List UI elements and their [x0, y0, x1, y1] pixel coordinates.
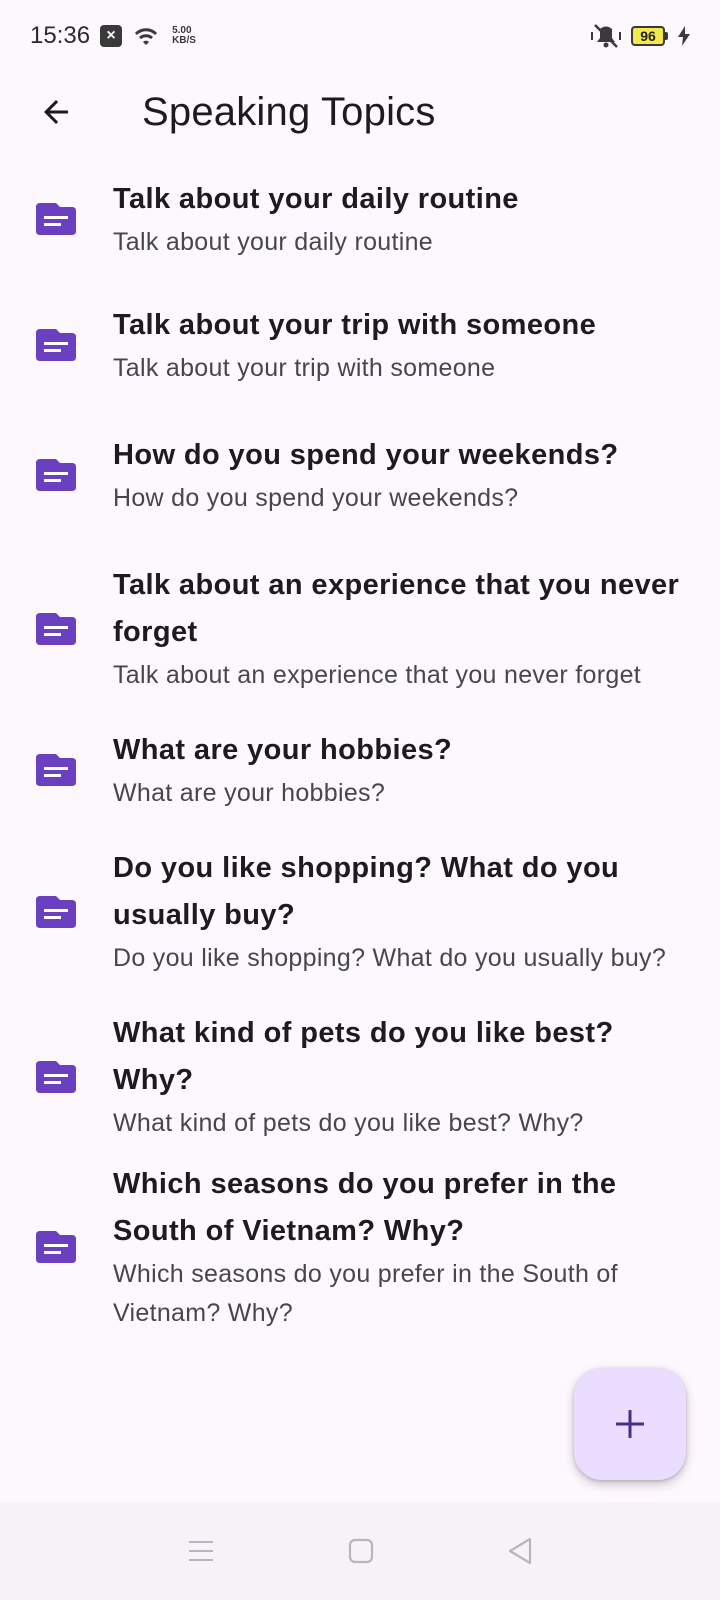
vibrate-off-icon [591, 24, 621, 48]
topic-title: Talk about your trip with someone [113, 309, 597, 341]
document-folder-icon [36, 459, 76, 491]
document-folder-icon [36, 1060, 76, 1093]
topic-subtitle: Talk about your daily routine [113, 228, 433, 256]
back-nav-icon[interactable] [507, 1537, 533, 1565]
topic-text: Talk about your trip with someone Talk a… [113, 302, 596, 388]
topic-text: Do you like shopping? What do you usuall… [113, 845, 680, 978]
document-folder-icon [36, 612, 76, 645]
battery-cap [665, 32, 668, 40]
topic-subtitle: How do you spend your weekends? [113, 484, 519, 512]
document-folder-icon [36, 895, 76, 928]
topic-text: Talk about an experience that you never … [113, 562, 680, 695]
network-speed: 5.00 KB/S [172, 26, 196, 46]
arrow-back-icon [44, 100, 68, 124]
topic-text: How do you spend your weekends? How do y… [113, 432, 618, 518]
system-nav-bar [0, 1502, 720, 1600]
topic-list-item[interactable]: Talk about an experience that you never … [0, 562, 720, 727]
menu-icon[interactable] [187, 1539, 215, 1563]
add-topic-button[interactable] [574, 1368, 686, 1480]
topic-list: Talk about your daily routine Talk about… [0, 176, 720, 1351]
topic-list-item[interactable]: Which seasons do you prefer in the South… [0, 1161, 720, 1351]
status-left: 15:36 × 5.00 KB/S [30, 22, 196, 50]
battery-indicator: 96 [631, 25, 668, 47]
topic-subtitle: Talk about your trip with someone [113, 354, 496, 382]
topic-title: Talk about an experience that you never … [113, 569, 680, 648]
document-folder-icon [36, 754, 76, 786]
page-title: Speaking Topics [142, 89, 436, 134]
status-bar: 15:36 × 5.00 KB/S 96 [0, 0, 720, 72]
topic-subtitle: What are your hobbies? [113, 779, 386, 807]
topic-text: Talk about your daily routine Talk about… [113, 176, 519, 262]
add-icon [616, 1410, 644, 1438]
topic-title: Talk about your daily routine [113, 183, 519, 215]
back-button[interactable] [24, 80, 88, 144]
topic-subtitle: Do you like shopping? What do you usuall… [113, 944, 667, 972]
topic-text: Which seasons do you prefer in the South… [113, 1161, 680, 1333]
topic-list-item[interactable]: How do you spend your weekends? How do y… [0, 432, 720, 562]
topic-text: What are your hobbies? What are your hob… [113, 727, 452, 813]
topic-title: What kind of pets do you like best? Why? [113, 1017, 614, 1096]
topic-list-item[interactable]: What kind of pets do you like best? Why?… [0, 1010, 720, 1161]
topic-subtitle: Talk about an experience that you never … [113, 661, 642, 689]
battery-level: 96 [631, 26, 665, 46]
topic-list-item[interactable]: Do you like shopping? What do you usuall… [0, 845, 720, 1010]
charging-icon [678, 26, 690, 46]
document-folder-icon [36, 329, 76, 361]
topic-title: What are your hobbies? [113, 734, 453, 766]
topic-list-item[interactable]: Talk about your trip with someone Talk a… [0, 302, 720, 432]
topic-subtitle: What kind of pets do you like best? Why? [113, 1109, 584, 1137]
notification-icon: × [100, 25, 123, 47]
topic-subtitle: Which seasons do you prefer in the South… [113, 1260, 618, 1327]
topic-text: What kind of pets do you like best? Why?… [113, 1010, 680, 1143]
document-folder-icon [36, 203, 76, 235]
wifi-icon [134, 28, 158, 45]
topic-list-item[interactable]: Talk about your daily routine Talk about… [0, 176, 720, 302]
status-time: 15:36 [30, 22, 91, 49]
home-icon[interactable] [348, 1538, 374, 1564]
document-folder-icon [36, 1231, 76, 1263]
topic-title: Which seasons do you prefer in the South… [113, 1168, 617, 1247]
status-right: 96 [591, 23, 690, 49]
topic-title: How do you spend your weekends? [113, 439, 619, 471]
topic-list-item[interactable]: What are your hobbies? What are your hob… [0, 727, 720, 845]
network-speed-unit: KB/S [172, 35, 196, 46]
app-bar: Speaking Topics [0, 72, 720, 152]
topic-title: Do you like shopping? What do you usuall… [113, 852, 620, 931]
